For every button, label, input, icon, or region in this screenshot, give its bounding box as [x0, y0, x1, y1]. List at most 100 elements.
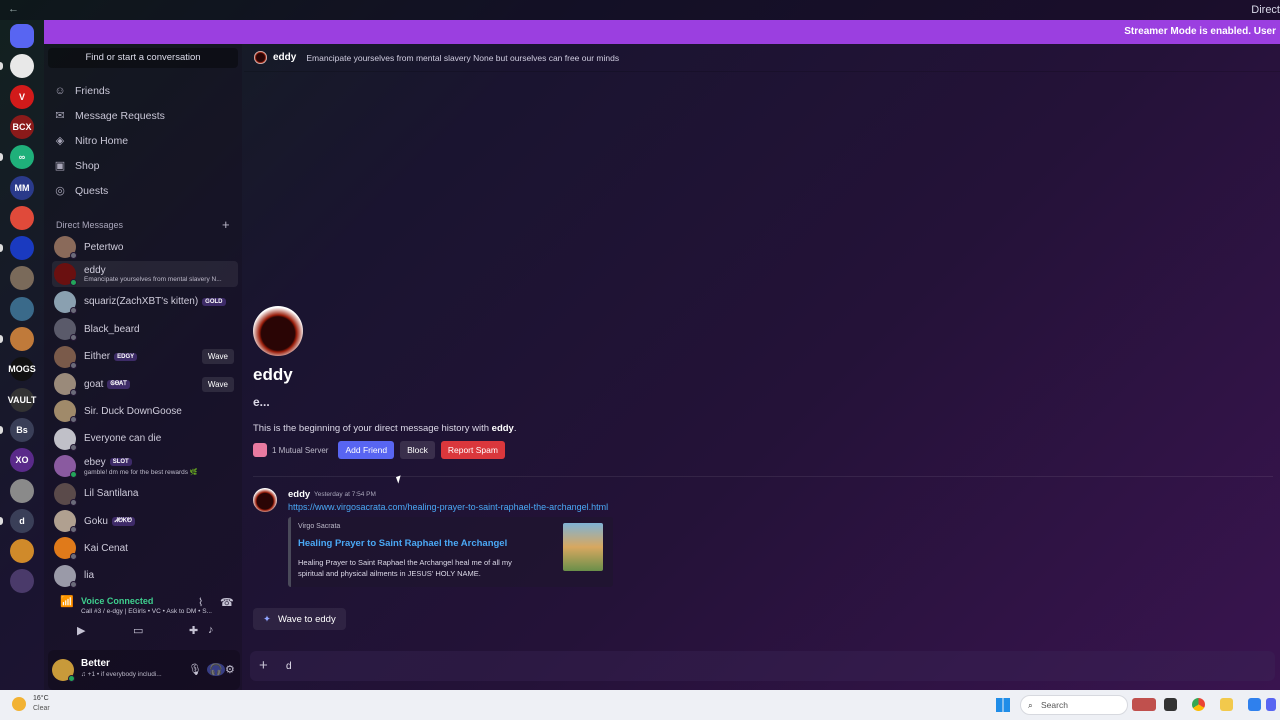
dm-item[interactable]: squariz(ZachXBT's kitten) GOLD — [52, 289, 238, 315]
server-icon[interactable] — [10, 54, 34, 79]
wave-button[interactable]: ✦ Wave to eddy — [253, 608, 346, 630]
chat-header-status: Emancipate yourselves from mental slaver… — [306, 52, 620, 63]
dm-avatar — [54, 455, 77, 479]
message-author[interactable]: eddy — [288, 489, 310, 500]
nav-item-label: Message Requests — [75, 110, 165, 122]
dm-item[interactable]: Either EDGY Wave — [52, 344, 238, 370]
message-composer: + — [250, 651, 1275, 681]
unread-indicator — [0, 516, 3, 525]
window-title: Direct — [1251, 4, 1280, 16]
dm-item[interactable]: lia — [52, 563, 238, 589]
server-icon[interactable]: MM — [10, 175, 34, 200]
chat-header-name[interactable]: eddy — [273, 52, 296, 63]
block-button[interactable]: Block — [400, 441, 435, 459]
link-embed: Virgo Sacrata Healing Prayer to Saint Ra… — [288, 517, 613, 587]
server-icon[interactable] — [10, 266, 34, 291]
server-tag-badge: ᏗᏬᏦᏬ — [111, 516, 135, 526]
dm-avatar — [54, 427, 77, 451]
wave-button[interactable]: Wave — [201, 349, 234, 365]
file-explorer-icon[interactable] — [1220, 698, 1233, 711]
dm-item[interactable]: Petertwo — [52, 234, 238, 260]
message-input[interactable] — [286, 657, 1186, 675]
nav-item-message-requests[interactable]: ✉ Message Requests — [54, 105, 234, 127]
dm-item[interactable]: Goku ᏗᏬᏦᏬ — [52, 508, 238, 534]
windows-start-icon[interactable] — [996, 698, 1010, 712]
server-icon[interactable] — [10, 569, 34, 594]
dm-name: Black_beard — [84, 323, 140, 335]
wave-button[interactable]: Wave — [201, 376, 234, 392]
discord-home-icon[interactable] — [10, 24, 34, 48]
dm-item[interactable]: Black_beard — [52, 316, 238, 342]
dm-item[interactable]: goat ᎶᎾᎪᎢ Wave — [52, 371, 238, 397]
security-shield-icon[interactable] — [1248, 698, 1261, 711]
nav-item-shop[interactable]: ▣ Shop — [54, 155, 234, 177]
soundboard-icon[interactable]: ♪ — [208, 624, 214, 636]
voice-status[interactable]: Voice Connected — [81, 596, 153, 606]
add-friend-button[interactable]: Add Friend — [338, 441, 395, 459]
server-icon[interactable] — [10, 236, 34, 261]
dm-name: ebey — [84, 456, 106, 468]
chrome-icon[interactable] — [1192, 698, 1205, 711]
headphones-icon[interactable]: 🎧 — [207, 663, 225, 676]
server-icon[interactable] — [10, 296, 34, 321]
server-icon[interactable]: XO — [10, 448, 34, 473]
user-name[interactable]: Better — [81, 658, 110, 669]
screen-share-icon[interactable]: ▭ — [133, 624, 143, 637]
nav-item-nitro-home[interactable]: ◈ Nitro Home — [54, 130, 234, 152]
dm-item[interactable]: ebey SLOT gamble! dm me for the best rewar… — [52, 453, 238, 479]
dm-item[interactable]: eddy Emancipate yourselves from mental sl… — [52, 261, 238, 288]
embed-title-link[interactable]: Healing Prayer to Saint Raphael the Arch… — [298, 538, 507, 549]
dm-item[interactable]: Everyone can die — [52, 426, 238, 452]
dm-name: Lil Santilana — [84, 488, 139, 500]
settings-gear-icon[interactable]: ⚙ — [225, 663, 235, 676]
server-icon[interactable]: V — [10, 84, 34, 109]
message-avatar[interactable] — [253, 488, 277, 512]
server-icon[interactable]: ∞ — [10, 145, 34, 170]
profile-actions: 1 Mutual Server Add Friend Block Report … — [253, 441, 511, 459]
create-dm-icon[interactable]: + — [222, 217, 230, 232]
dm-item[interactable]: Kai Cenat — [52, 535, 238, 561]
signal-icon[interactable]: 📶 — [60, 595, 74, 608]
message-timestamp: Yesterday at 7:54 PM — [314, 491, 376, 498]
embed-thumbnail[interactable] — [563, 523, 603, 571]
server-icon[interactable]: Bs — [10, 417, 34, 442]
header-avatar[interactable] — [254, 51, 267, 64]
task-view-icon[interactable] — [1164, 698, 1177, 711]
discord-taskbar-icon[interactable] — [1266, 698, 1276, 711]
streamer-mode-banner: Streamer Mode is enabled. User — [44, 20, 1280, 44]
dm-item[interactable]: Lil Santilana — [52, 481, 238, 507]
date-divider — [253, 476, 1273, 477]
message-link[interactable]: https://www.virgosacrata.com/healing-pra… — [288, 502, 608, 512]
presence-status-icon — [70, 334, 77, 342]
report-spam-button[interactable]: Report Spam — [440, 441, 505, 459]
video-icon[interactable]: ▶ — [77, 624, 85, 637]
server-icon[interactable]: d — [10, 508, 34, 533]
taskbar-search[interactable]: ⌕ Search — [1020, 695, 1128, 715]
server-icon[interactable]: VAULT — [8, 387, 36, 412]
weather-icon[interactable] — [12, 697, 26, 711]
intro-text-suffix: . — [513, 423, 517, 434]
server-icon[interactable] — [10, 539, 34, 564]
noise-suppression-icon[interactable]: ⌇ — [198, 596, 203, 609]
server-icon[interactable] — [10, 205, 34, 230]
find-conversation-button[interactable]: Find or start a conversation — [48, 48, 238, 68]
server-icon[interactable] — [10, 478, 34, 503]
taskbar-app-icon[interactable] — [1132, 698, 1156, 711]
dm-item[interactable]: Sir. Duck DownGoose — [52, 398, 238, 424]
server-icon[interactable] — [10, 327, 34, 351]
profile-avatar[interactable] — [253, 306, 303, 356]
nav-back-icon[interactable]: ← — [8, 3, 19, 15]
activities-icon[interactable]: ✚ — [189, 624, 198, 637]
microphone-icon[interactable]: 🎙 — [188, 663, 202, 676]
search-icon: ⌕ — [1028, 700, 1033, 710]
attach-plus-icon[interactable]: + — [259, 657, 268, 674]
nav-item-friends[interactable]: ☺ Friends — [54, 80, 234, 102]
dm-avatar — [54, 236, 77, 259]
disconnect-icon[interactable]: ☎ — [220, 596, 234, 609]
user-avatar[interactable] — [52, 659, 75, 682]
nav-item-label: Shop — [75, 160, 100, 172]
mutual-servers[interactable]: 1 Mutual Server — [253, 443, 328, 457]
nav-item-quests[interactable]: ◎ Quests — [54, 180, 234, 202]
server-icon[interactable]: BCX — [10, 114, 34, 139]
server-icon[interactable]: MOGS — [8, 357, 36, 382]
